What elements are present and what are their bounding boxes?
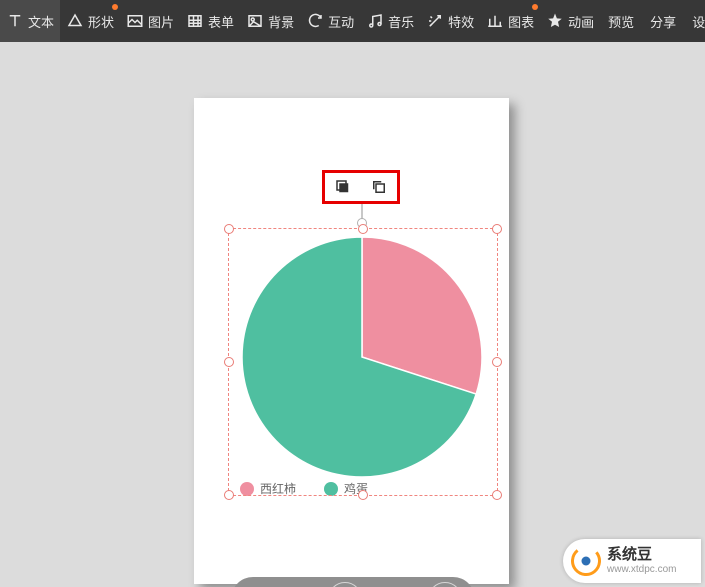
text-icon [6, 12, 24, 30]
resize-handle-e[interactable] [492, 357, 502, 367]
image-icon [126, 12, 144, 30]
shape-tool[interactable]: 形状 [60, 0, 120, 42]
effects-icon [426, 12, 444, 30]
zoom-out-button[interactable] [328, 582, 362, 587]
resize-handle-sw[interactable] [224, 490, 234, 500]
music-tool[interactable]: 音乐 [360, 0, 420, 42]
undo-button[interactable] [244, 582, 278, 587]
shape-label: 形状 [88, 12, 114, 31]
settings-label: 设置 [692, 12, 705, 31]
background-tool[interactable]: 背景 [240, 0, 300, 42]
table-icon [186, 12, 204, 30]
zoom-in-button[interactable] [428, 582, 462, 587]
watermark-subtitle: www.xtdpc.com [607, 564, 676, 575]
share-button[interactable]: 分享 [642, 0, 684, 42]
music-icon [366, 12, 384, 30]
image-tool[interactable]: 图片 [120, 0, 180, 42]
resize-handle-w[interactable] [224, 357, 234, 367]
effects-label: 特效 [448, 12, 474, 31]
bottom-toolbar: 100% [231, 577, 475, 587]
layer-button[interactable] [332, 176, 354, 198]
effects-tool[interactable]: 特效 [420, 0, 480, 42]
image-label: 图片 [148, 12, 174, 31]
canvas-stage[interactable]: 西红柿鸡蛋 100% 系统豆 www.x [0, 42, 705, 587]
background-label: 背景 [268, 12, 294, 31]
selection-mini-toolbar [322, 170, 400, 204]
chart-label: 图表 [508, 12, 534, 31]
text-tool[interactable]: 文本 [0, 0, 60, 42]
interactive-label: 互动 [328, 12, 354, 31]
copy-button[interactable] [368, 176, 390, 198]
background-icon [246, 12, 264, 30]
resize-handle-se[interactable] [492, 490, 502, 500]
text-label: 文本 [28, 12, 54, 31]
redo-button[interactable] [286, 582, 320, 587]
interactive-icon [306, 12, 324, 30]
preview-label: 预览 [608, 12, 634, 31]
resize-handle-ne[interactable] [492, 224, 502, 234]
chart-icon [486, 12, 504, 30]
chart-tool[interactable]: 图表 [480, 0, 540, 42]
watermark: 系统豆 www.xtdpc.com [563, 539, 701, 583]
table-tool[interactable]: 表单 [180, 0, 240, 42]
toolbar-right-group: 预览 分享 设置 更多 [600, 0, 705, 42]
share-label: 分享 [650, 12, 676, 31]
main-toolbar: 文本 形状 图片 表单 背景 互动 音乐 [0, 0, 705, 42]
resize-handle-nw[interactable] [224, 224, 234, 234]
watermark-title: 系统豆 [607, 547, 676, 564]
animation-tool[interactable]: 动画 [540, 0, 600, 42]
preview-button[interactable]: 预览 [600, 0, 642, 42]
table-label: 表单 [208, 12, 234, 31]
chart-badge-dot [532, 4, 538, 10]
music-label: 音乐 [388, 12, 414, 31]
shape-icon [66, 12, 84, 30]
resize-handle-n[interactable] [358, 224, 368, 234]
resize-handle-s[interactable] [358, 490, 368, 500]
watermark-logo-icon [571, 546, 601, 576]
settings-button[interactable]: 设置 [684, 0, 705, 42]
interactive-tool[interactable]: 互动 [300, 0, 360, 42]
selection-box[interactable] [228, 228, 498, 496]
animation-label: 动画 [568, 12, 594, 31]
shape-badge-dot [112, 4, 118, 10]
animation-icon [546, 12, 564, 30]
